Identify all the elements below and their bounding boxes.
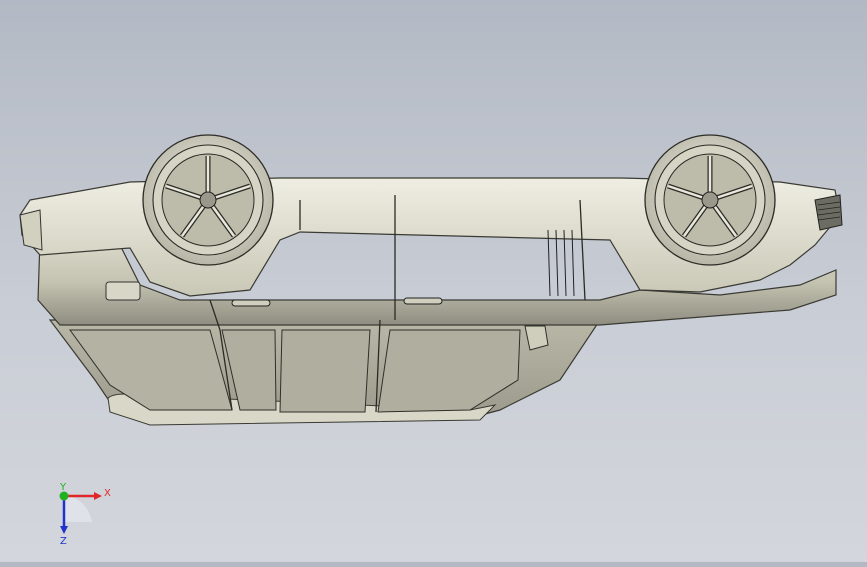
- door-handle-rear: [231, 299, 271, 307]
- orientation-triad: X Y Z: [44, 482, 114, 547]
- z-axis-label: Z: [60, 536, 67, 546]
- front-wheel: [644, 134, 776, 266]
- car-model[interactable]: [0, 0, 867, 562]
- x-axis-label: X: [104, 488, 111, 499]
- door-handle-front: [403, 297, 443, 305]
- z-axis-arrow: [60, 526, 68, 534]
- rear-wheel: [142, 134, 274, 266]
- y-axis-label: Y: [59, 482, 67, 493]
- graphics-viewport[interactable]: [0, 0, 867, 562]
- rear-bumper: [19, 209, 43, 251]
- x-axis-arrow: [94, 492, 102, 500]
- side-vent: [547, 229, 575, 297]
- window-mid-2: [279, 329, 371, 413]
- license-plate-recess: [105, 281, 141, 301]
